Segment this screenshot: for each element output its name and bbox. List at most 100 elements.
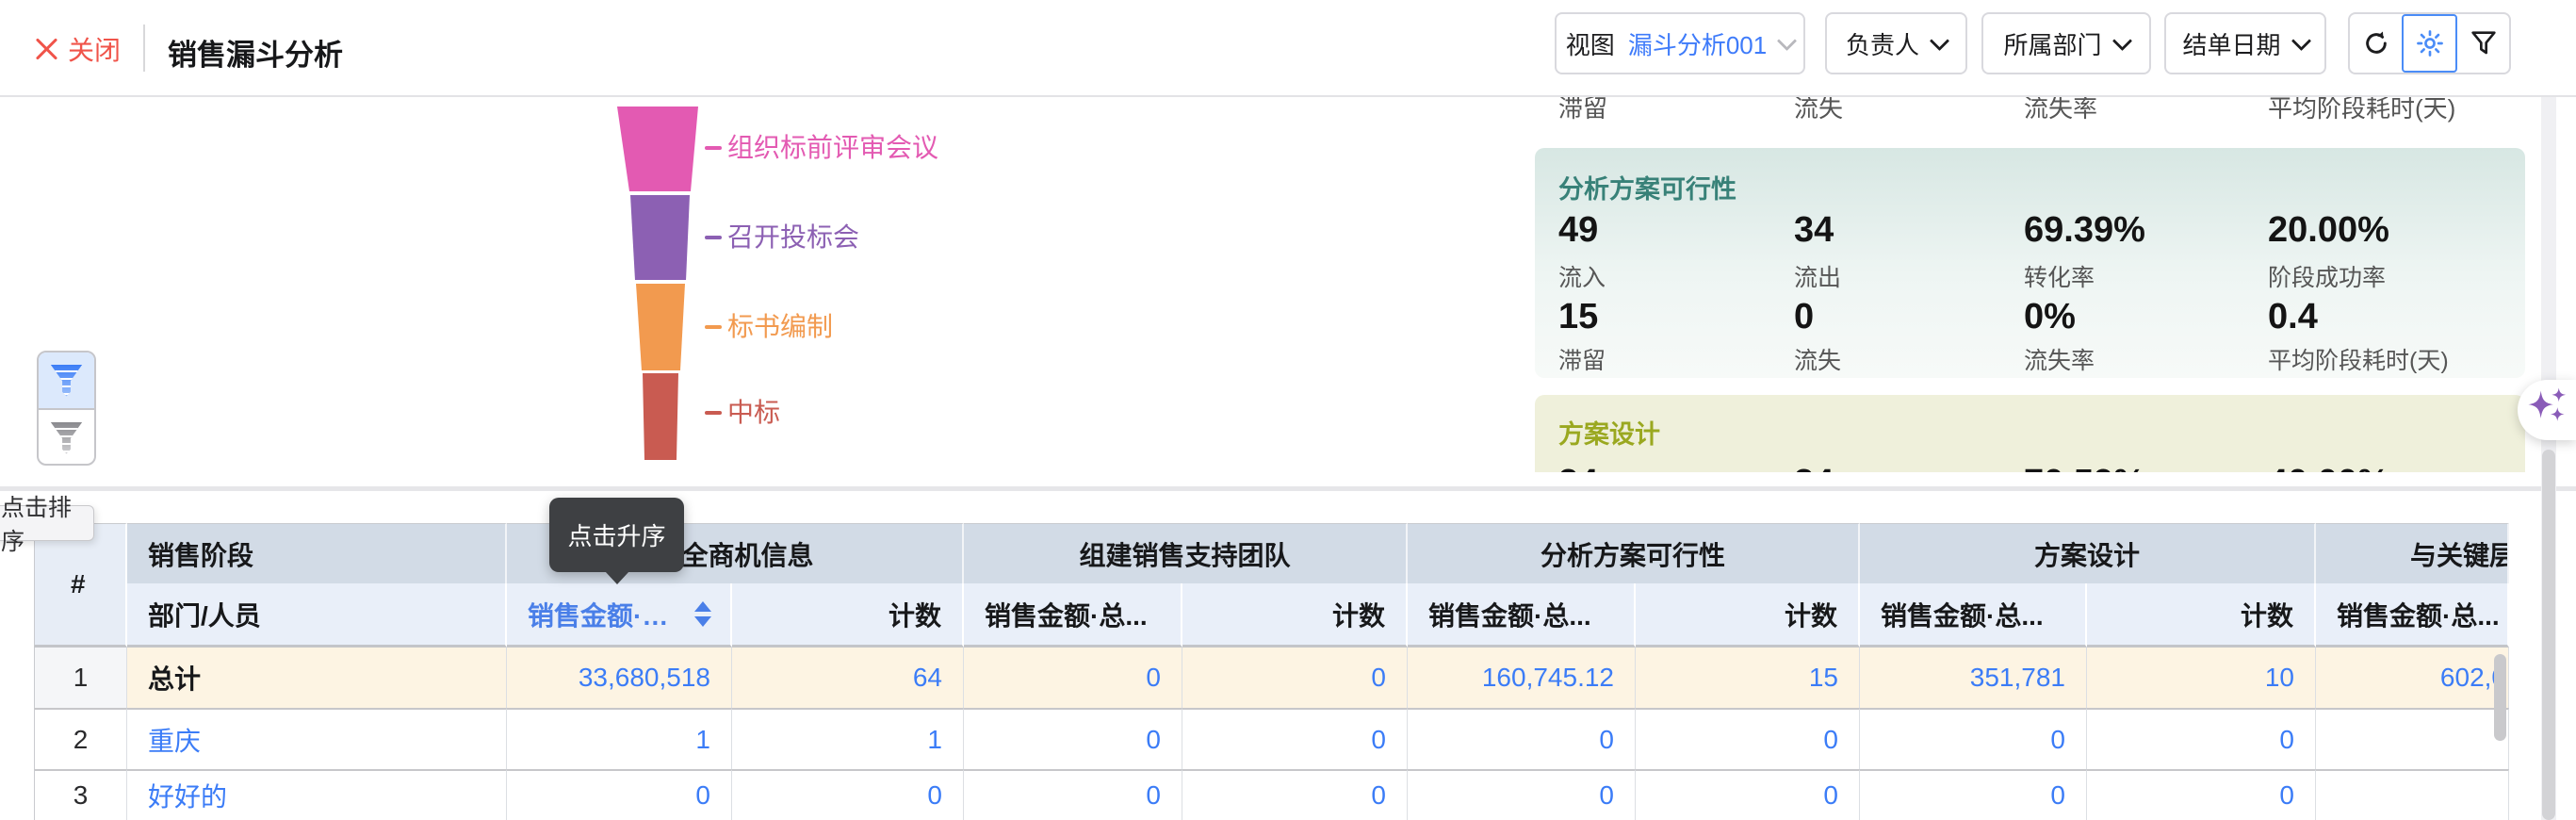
value-cell[interactable]: 0 — [964, 708, 1182, 769]
stat-value: 20.00% — [2268, 210, 2389, 251]
stat-value: 0% — [2024, 297, 2076, 337]
partial-stat-label: 流失率 — [2024, 97, 2097, 124]
page-title: 销售漏斗分析 — [168, 31, 343, 74]
group-header-1[interactable]: 销售阶段 — [127, 523, 507, 583]
funnel-stage-label: 召开投标会 — [727, 221, 859, 254]
value-cell[interactable]: 15 — [1636, 648, 1860, 708]
value-cell — [2316, 769, 2509, 820]
stat-value: 0 — [1794, 297, 1814, 337]
value-cell[interactable]: 160,745.12 — [1408, 648, 1636, 708]
value-cell[interactable]: 351,781 — [1860, 648, 2087, 708]
close-icon — [34, 37, 58, 61]
stat-label: 转化率 — [2024, 259, 2095, 293]
value-cell[interactable]: 0 — [1182, 708, 1408, 769]
partial-stat-label: 平均阶段耗时(天) — [2268, 97, 2455, 124]
sort-asc-tooltip: 点击升序 — [549, 498, 684, 572]
amount-header[interactable]: 销售金额·总... — [1860, 583, 2087, 648]
value-cell[interactable]: 0 — [2087, 769, 2316, 820]
group-header-6[interactable]: 与关键层 — [2316, 523, 2509, 583]
stat-value: 49 — [1558, 210, 1598, 251]
stat-label: 平均阶段耗时(天) — [2268, 342, 2449, 376]
stat-card-title: 方案设计 — [1558, 414, 1660, 451]
value-cell[interactable]: 0 — [2087, 708, 2316, 769]
value-cell[interactable]: 0 — [1182, 769, 1408, 820]
funnel-stage-3[interactable] — [636, 284, 685, 370]
funnel-stage-label: 中标 — [727, 397, 780, 429]
dept-cell: 总计 — [127, 648, 507, 708]
filter-dropdown-label: 负责人 — [1846, 26, 1919, 61]
filter-dropdown-label: 结单日期 — [2182, 26, 2280, 61]
count-header[interactable]: 计数 — [1636, 583, 1860, 648]
top-header: 关闭 销售漏斗分析 视图 漏斗分析001 负责人 — [0, 0, 2576, 97]
funnel-toggle-unselected[interactable] — [39, 408, 94, 466]
value-cell[interactable]: 0 — [1636, 708, 1860, 769]
value-cell[interactable]: 0 — [964, 648, 1182, 708]
close-label: 关闭 — [68, 30, 121, 68]
value-cell[interactable]: 602,0 — [2316, 648, 2509, 708]
value-cell[interactable]: 1 — [507, 708, 732, 769]
amount-header[interactable]: 销售金额·总... — [2316, 583, 2509, 648]
refresh-button[interactable] — [2350, 14, 2402, 73]
filter-dropdown-1[interactable]: 负责人 — [1825, 12, 1967, 74]
funnel-gray-icon — [51, 422, 83, 454]
sort-tooltip: 点击排序 — [0, 505, 94, 541]
refresh-icon — [2361, 28, 2391, 58]
value-cell[interactable]: 33,680,518 — [507, 648, 732, 708]
chevron-down-icon — [2111, 30, 2131, 50]
stat-label: 流出 — [1794, 259, 1841, 293]
value-cell[interactable]: 0 — [1860, 708, 2087, 769]
sort-arrows-icon[interactable] — [694, 601, 711, 627]
view-selector[interactable]: 视图 漏斗分析001 — [1555, 12, 1805, 74]
ai-assistant-button[interactable] — [2518, 380, 2576, 440]
funnel-stage-4[interactable] — [643, 373, 678, 460]
table-scrollbar-thumb[interactable] — [2494, 654, 2506, 741]
value-cell[interactable]: 10 — [2087, 648, 2316, 708]
filter-button[interactable] — [2457, 14, 2509, 73]
count-header[interactable]: 计数 — [732, 583, 964, 648]
stat-label: 流失 — [1794, 342, 1841, 376]
funnel-label-dash — [705, 411, 722, 415]
row-index: 1 — [34, 648, 127, 708]
value-cell[interactable]: 0 — [964, 769, 1182, 820]
group-header-3[interactable]: 组建销售支持团队 — [964, 523, 1408, 583]
close-button[interactable]: 关闭 — [34, 28, 121, 70]
amount-header-sorted[interactable]: 销售金额·… — [507, 583, 732, 648]
value-cell[interactable]: 64 — [732, 648, 964, 708]
filter-dropdown-2[interactable]: 所属部门 — [1981, 12, 2151, 74]
value-cell[interactable]: 0 — [1408, 708, 1636, 769]
group-header-5[interactable]: 方案设计 — [1860, 523, 2316, 583]
filter-dropdown-3[interactable]: 结单日期 — [2164, 12, 2326, 74]
settings-button[interactable] — [2402, 14, 2457, 73]
funnel-stage-1[interactable] — [617, 107, 698, 191]
funnel-stage-2[interactable] — [630, 195, 690, 280]
page-scrollbar-thumb[interactable] — [2542, 450, 2555, 820]
value-cell[interactable]: 0 — [1636, 769, 1860, 820]
chevron-down-icon — [2291, 30, 2310, 50]
stat-label: 阶段成功率 — [2268, 259, 2386, 293]
dept-cell[interactable]: 好好的 — [127, 769, 507, 820]
chart-section: 组织标前评审会议召开投标会标书编制中标 滞留流失流失率平均阶段耗时(天) 分析方… — [0, 97, 2576, 486]
funnel-toggle-selected[interactable] — [39, 353, 94, 408]
amount-header[interactable]: 销售金额·总... — [1408, 583, 1636, 648]
value-cell[interactable]: 0 — [1408, 769, 1636, 820]
dept-cell[interactable]: 重庆 — [127, 708, 507, 769]
view-label: 视图 — [1566, 26, 1615, 61]
dept-header[interactable]: 部门/人员 — [127, 583, 507, 648]
stat-label: 流入 — [1558, 259, 1606, 293]
group-header-4[interactable]: 分析方案可行性 — [1408, 523, 1860, 583]
value-cell[interactable]: 0 — [1182, 648, 1408, 708]
count-header[interactable]: 计数 — [1182, 583, 1408, 648]
stat-value-partial: 70.59% — [2024, 463, 2145, 472]
section-divider — [0, 486, 2576, 491]
value-cell[interactable]: 0 — [507, 769, 732, 820]
amount-header[interactable]: 销售金额·总... — [964, 583, 1182, 648]
chevron-down-icon — [1777, 30, 1797, 50]
count-header[interactable]: 计数 — [2087, 583, 2316, 648]
gear-icon — [2415, 28, 2445, 58]
value-cell[interactable]: 1 — [732, 708, 964, 769]
partial-stat-label: 滞留 — [1558, 97, 1607, 124]
value-cell[interactable]: 0 — [732, 769, 964, 820]
tooltip-caret — [605, 571, 629, 584]
stat-value: 69.39% — [2024, 210, 2145, 251]
value-cell[interactable]: 0 — [1860, 769, 2087, 820]
